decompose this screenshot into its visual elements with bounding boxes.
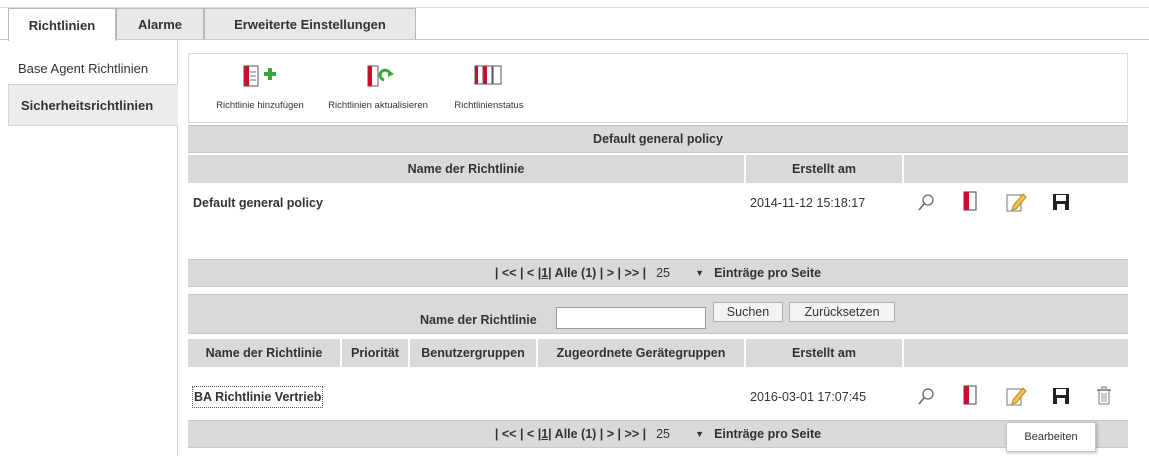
policy-row-name[interactable]: BA Richtlinie Vertrieb: [192, 386, 324, 408]
per-page-label: Einträge pro Seite: [714, 427, 822, 441]
column-header-actions: [904, 339, 1128, 367]
magnifier-icon[interactable]: [916, 386, 936, 408]
floppy-save-icon[interactable]: [1050, 191, 1072, 213]
policy-status-icon: [474, 65, 502, 85]
per-page-select[interactable]: 25 ▼: [652, 425, 708, 443]
pager-nav-prefix[interactable]: | << | < |: [495, 266, 541, 280]
column-header-user-groups[interactable]: Benutzergruppen: [410, 339, 536, 367]
per-page-value: 25: [656, 266, 670, 280]
pager-nav-suffix[interactable]: | Alle (1) | > | >> |: [548, 266, 646, 280]
policy-status-button[interactable]: Richtlinienstatus: [445, 62, 533, 111]
update-policies-label: Richtlinien aktualisieren: [328, 100, 428, 111]
column-header-actions: [904, 155, 1128, 183]
default-policy-created: 2014-11-12 15:18:17: [750, 196, 866, 210]
trash-icon[interactable]: [1094, 385, 1114, 407]
per-page-label: Einträge pro Seite: [714, 266, 822, 280]
tab-alarme[interactable]: Alarme: [116, 8, 204, 40]
tab-erweiterte-einstellungen[interactable]: Erweiterte Einstellungen: [204, 8, 416, 40]
pager-page-link[interactable]: 1: [541, 266, 548, 280]
default-policy-name[interactable]: Default general policy: [193, 192, 323, 214]
reset-button[interactable]: Zurücksetzen: [789, 302, 895, 322]
sidebar: Base Agent Richtlinien Sicherheitsrichtl…: [0, 40, 178, 456]
policy-refresh-icon: [367, 65, 394, 87]
chevron-down-icon: ▼: [695, 429, 705, 439]
sidebar-item-sicherheitsrichtlinien[interactable]: Sicherheitsrichtlinien: [8, 84, 178, 126]
policy-toolbar: Richtlinie hinzufügen Richtlinien aktual…: [188, 53, 1128, 123]
pager-default: | << | < | 1 | Alle (1) | > | >> | 25 ▼ E…: [188, 259, 1128, 287]
column-header-name[interactable]: Name der Richtlinie: [188, 339, 340, 367]
pencil-edit-icon[interactable]: [1004, 384, 1028, 408]
column-header-name: Name der Richtlinie: [188, 155, 744, 183]
update-policies-button[interactable]: Richtlinien aktualisieren: [317, 62, 439, 111]
policy-add-icon: [243, 65, 276, 87]
search-button[interactable]: Suchen: [713, 302, 783, 322]
chevron-down-icon: ▼: [695, 268, 705, 278]
pager-policies: | << | < | 1 | Alle (1) | > | >> | 25 ▼ E…: [188, 420, 1128, 448]
pager-page-link[interactable]: 1: [541, 427, 548, 441]
search-label: Name der Richtlinie: [420, 313, 537, 327]
per-page-select[interactable]: 25 ▼: [652, 264, 708, 282]
policy-book-icon[interactable]: [960, 384, 980, 408]
tab-richtlinien[interactable]: Richtlinien: [8, 8, 116, 41]
edit-tooltip: Bearbeiten: [1006, 422, 1096, 452]
add-policy-label: Richtlinie hinzufügen: [216, 100, 304, 111]
floppy-save-icon[interactable]: [1050, 385, 1072, 407]
tab-bar: Richtlinien Alarme Erweiterte Einstellun…: [0, 0, 1149, 41]
column-header-device-groups[interactable]: Zugeordnete Gerätegruppen: [538, 339, 744, 367]
pager-nav-suffix[interactable]: | Alle (1) | > | >> |: [548, 427, 646, 441]
magnifier-icon[interactable]: [916, 192, 936, 214]
column-header-created[interactable]: Erstellt am: [746, 339, 902, 367]
pager-nav-prefix[interactable]: | << | < |: [495, 427, 541, 441]
default-policy-title: Default general policy: [188, 125, 1128, 153]
per-page-value: 25: [656, 427, 670, 441]
policy-status-label: Richtlinienstatus: [454, 100, 524, 111]
policy-row-created: 2016-03-01 17:07:45: [750, 390, 867, 404]
pencil-edit-icon[interactable]: [1004, 190, 1028, 214]
column-header-priority[interactable]: Priorität: [342, 339, 408, 367]
policy-book-icon[interactable]: [960, 190, 980, 214]
add-policy-button[interactable]: Richtlinie hinzufügen: [201, 62, 319, 111]
column-header-created: Erstellt am: [746, 155, 902, 183]
sidebar-item-base-agent[interactable]: Base Agent Richtlinien: [8, 52, 178, 84]
search-input[interactable]: [556, 307, 706, 329]
